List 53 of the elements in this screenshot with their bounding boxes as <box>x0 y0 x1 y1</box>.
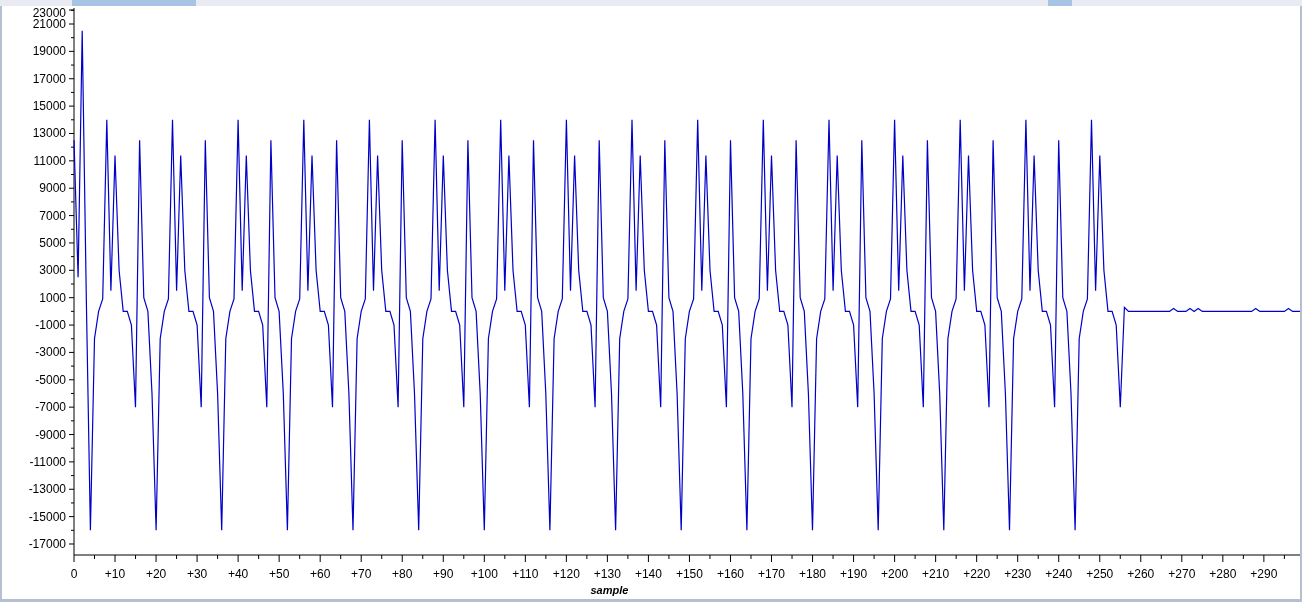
y-tick-label: -5000 <box>35 372 66 387</box>
x-tick-label: +70 <box>351 567 372 581</box>
x-tick-label: +280 <box>1209 567 1237 581</box>
y-tick-label: -7000 <box>35 400 66 415</box>
y-tick-label: -13000 <box>28 482 66 497</box>
y-tick-label: 23000 <box>32 6 66 20</box>
x-tick-label: +20 <box>145 567 167 581</box>
x-tick-label: +150 <box>675 567 703 581</box>
x-tick-label: +100 <box>470 567 498 581</box>
x-tick-label: +50 <box>268 567 290 581</box>
x-tick-label: +120 <box>552 567 580 581</box>
x-tick-label: +270 <box>1168 567 1196 581</box>
y-tick-label: 17000 <box>32 71 66 86</box>
x-tick-label: +180 <box>799 567 827 581</box>
x-tick-label: +80 <box>392 567 413 581</box>
y-tick-label: 1000 <box>39 290 66 305</box>
x-tick-label: +250 <box>1086 567 1114 581</box>
x-tick-label: +10 <box>104 567 126 581</box>
x-tick-label: +160 <box>716 567 744 581</box>
y-tick-label: -17000 <box>28 537 66 551</box>
y-tick-label: 21000 <box>32 17 66 31</box>
y-tick-label: -11000 <box>29 454 66 469</box>
x-tick-label: +260 <box>1127 567 1155 581</box>
y-tick-label: 15000 <box>32 99 66 114</box>
y-tick-label: -1000 <box>35 318 66 333</box>
y-tick-label: 7000 <box>39 208 66 223</box>
y-tick-label: 11000 <box>33 153 66 168</box>
x-tick-label: +230 <box>1004 567 1032 581</box>
x-tick-label: +60 <box>310 567 331 581</box>
y-tick-label: -9000 <box>35 427 66 442</box>
x-tick-label: +40 <box>227 567 249 581</box>
x-tick-label: +200 <box>881 567 909 581</box>
y-tick-label: 19000 <box>32 44 66 59</box>
x-tick-label: +90 <box>433 567 454 581</box>
x-tick-label: +220 <box>963 567 991 581</box>
x-tick-label: +140 <box>634 567 662 581</box>
x-tick-label: +190 <box>840 567 868 581</box>
x-tick-label: +30 <box>186 567 208 581</box>
x-tick-label: +240 <box>1045 567 1073 581</box>
x-tick-label: 0 <box>70 567 78 581</box>
x-tick-label: +210 <box>922 567 950 581</box>
y-tick-label: 9000 <box>39 181 66 196</box>
y-tick-label: 3000 <box>39 263 66 278</box>
y-tick-label: 5000 <box>39 235 66 250</box>
tab-strip-highlight <box>1048 0 1072 6</box>
x-tick-label: +130 <box>593 567 621 581</box>
y-tick-label: -3000 <box>35 345 66 360</box>
y-tick-label: 13000 <box>32 126 66 141</box>
x-axis-title: sample <box>590 584 629 596</box>
x-tick-label: +110 <box>512 567 539 581</box>
y-tick-label: -15000 <box>28 509 66 524</box>
x-tick-label: +170 <box>758 567 786 581</box>
x-tick-label: +290 <box>1250 567 1278 581</box>
